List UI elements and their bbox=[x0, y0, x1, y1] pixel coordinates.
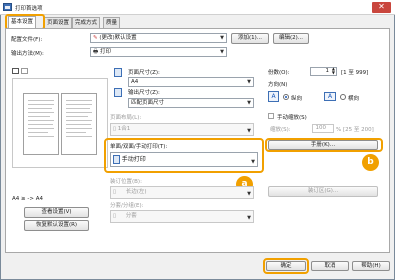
collate-value: 分套 bbox=[125, 213, 137, 219]
profile-label: 配置文件(F): bbox=[11, 37, 43, 43]
printer-view-icon[interactable] bbox=[21, 68, 28, 74]
help-button[interactable]: 帮助(H) bbox=[352, 261, 390, 271]
preview-caption: A4 ≥ -> A4 bbox=[12, 196, 43, 202]
chevron-down-icon: ▼ bbox=[251, 159, 255, 165]
printer-app-icon bbox=[3, 3, 12, 11]
tab-quality[interactable]: 质量 bbox=[103, 17, 121, 28]
output-method-value: 打印 bbox=[99, 49, 111, 55]
gutter-button[interactable]: 装订区(G)... bbox=[268, 186, 378, 197]
restore-defaults-button[interactable]: 恢复默认设置(R) bbox=[24, 220, 89, 231]
binding-icon: ▯ bbox=[113, 189, 117, 195]
chevron-down-icon: ▼ bbox=[247, 100, 251, 106]
scale-value: 100 bbox=[315, 125, 327, 131]
page-layout-select[interactable]: ▯ 1合1 ▼ bbox=[110, 123, 254, 136]
chevron-down-icon: ▼ bbox=[247, 215, 251, 221]
copies-value: 1 bbox=[325, 68, 330, 74]
manual-button[interactable]: 手册(K)... bbox=[268, 140, 378, 150]
profile-value: (更改)默认设置 bbox=[99, 35, 137, 41]
output-method-label: 输出方法(M): bbox=[11, 51, 44, 57]
collate-label: 分套/分组(E): bbox=[110, 203, 144, 209]
ok-button[interactable]: 确定 bbox=[266, 261, 306, 271]
binding-location-label: 装订位置(B): bbox=[110, 179, 142, 185]
tab-finishing[interactable]: 完成方式 bbox=[72, 17, 101, 28]
copies-range: [1 至 999] bbox=[341, 70, 369, 76]
landscape-radio[interactable] bbox=[340, 94, 346, 100]
copies-stepper[interactable]: 1 ▲ ▼ bbox=[310, 67, 337, 76]
portrait-icon: A bbox=[268, 91, 279, 102]
preview-page-left bbox=[23, 93, 59, 155]
add-profile-button[interactable]: 添加(1)... bbox=[231, 33, 269, 44]
pencil-icon: ✎ bbox=[93, 35, 98, 41]
binding-location-value: 长边(左) bbox=[125, 189, 147, 195]
cancel-button[interactable]: 取消 bbox=[311, 261, 349, 271]
tab-page-setup[interactable]: 页面设置 bbox=[44, 17, 73, 28]
page-layout-icon: ▯ bbox=[113, 126, 117, 132]
layout-view-icon[interactable] bbox=[12, 68, 19, 74]
page-size-value: A4 bbox=[131, 79, 139, 85]
profile-select[interactable]: ✎ (更改)默认设置 ▼ bbox=[90, 33, 227, 43]
chevron-down-icon: ▼ bbox=[247, 191, 251, 197]
page-layout-label: 页面布局(L): bbox=[110, 115, 142, 121]
chevron-down-icon: ▼ bbox=[247, 128, 251, 134]
page-size-label: 页面尺寸(Z): bbox=[128, 70, 160, 76]
binding-location-select[interactable]: ▯ 长边(左) ▼ bbox=[110, 186, 254, 199]
chevron-down-icon: ▼ bbox=[220, 35, 224, 41]
manual-scale-checkbox[interactable] bbox=[268, 113, 274, 119]
landscape-icon: A bbox=[324, 92, 336, 101]
page-layout-value: 1合1 bbox=[117, 126, 131, 132]
close-button[interactable]: ✕ bbox=[372, 2, 391, 13]
callout-badge-b: b bbox=[362, 154, 379, 171]
landscape-label: 横向 bbox=[348, 96, 360, 102]
printer-icon: 🖶 bbox=[93, 49, 99, 55]
duplex-select[interactable]: 手动打印 ▼ bbox=[110, 152, 258, 167]
preview-page-right bbox=[61, 93, 97, 155]
collate-icon: ▯ bbox=[113, 213, 117, 219]
orientation-label: 方向(N) bbox=[268, 82, 288, 88]
view-settings-button[interactable]: 查看设置(V) bbox=[24, 207, 89, 218]
copies-label: 份数(O): bbox=[268, 70, 290, 76]
scale-label: 缩放(S): bbox=[270, 127, 291, 133]
output-size-label: 输出尺寸(Z): bbox=[128, 90, 160, 96]
output-size-select[interactable]: 匹配页面尺寸 ▼ bbox=[128, 98, 254, 108]
page-size-select[interactable]: A4 ▼ bbox=[128, 77, 254, 87]
manual-duplex-icon bbox=[113, 155, 120, 164]
duplex-label: 单面/双面/手动打印(T): bbox=[110, 144, 168, 150]
output-method-select[interactable]: 🖶 打印 ▼ bbox=[90, 47, 227, 57]
portrait-radio[interactable] bbox=[283, 94, 289, 100]
manual-scale-label: 手动缩放(S) bbox=[277, 115, 307, 121]
output-size-icon bbox=[114, 88, 122, 97]
duplex-value: 手动打印 bbox=[121, 156, 146, 163]
scale-range: % [25 至 200] bbox=[336, 127, 374, 133]
window-title: 打印首选项 bbox=[15, 6, 43, 12]
page-preview bbox=[12, 78, 108, 168]
page-size-icon bbox=[114, 68, 122, 77]
edit-profile-button[interactable]: 编辑(2)... bbox=[273, 33, 309, 44]
portrait-label: 纵向 bbox=[291, 96, 303, 102]
chevron-down-icon: ▼ bbox=[220, 49, 224, 55]
collate-select[interactable]: ▯ 分套 ▼ bbox=[110, 210, 254, 223]
title-bar bbox=[0, 0, 395, 15]
spin-arrows-icon[interactable]: ▲ ▼ bbox=[332, 67, 335, 75]
output-size-value: 匹配页面尺寸 bbox=[131, 100, 165, 106]
scale-stepper[interactable]: 100 bbox=[312, 124, 334, 133]
chevron-down-icon: ▼ bbox=[247, 79, 251, 85]
